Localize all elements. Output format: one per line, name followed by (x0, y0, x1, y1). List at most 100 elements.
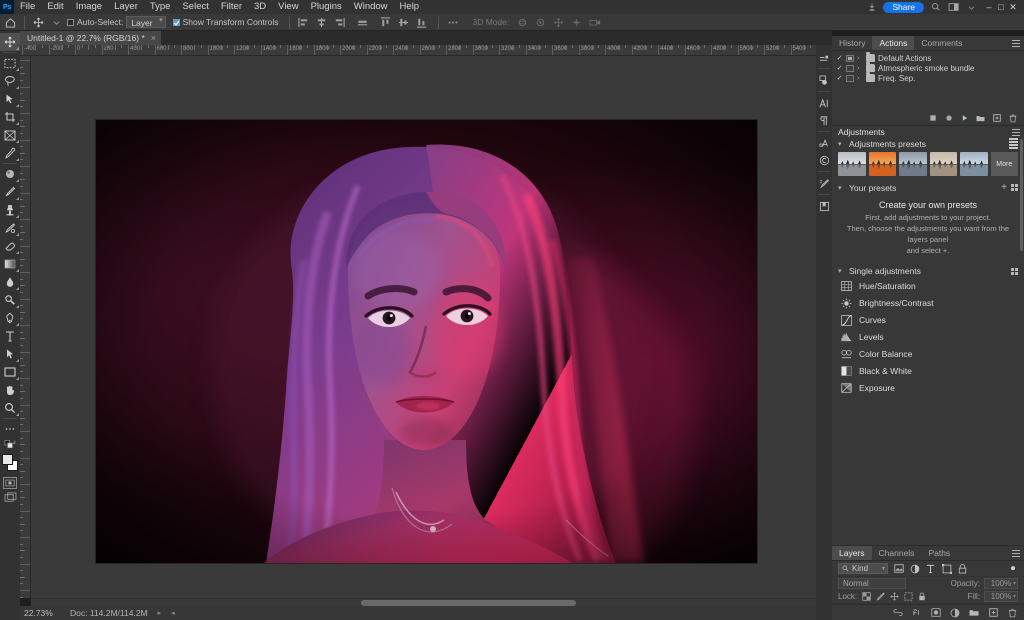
edit-toolbar-icon[interactable] (0, 420, 20, 438)
panel-menu-icon[interactable] (1012, 129, 1020, 136)
auto-select-checkbox-group[interactable]: Auto-Select: (67, 17, 123, 27)
scale-3d-icon[interactable] (587, 15, 602, 30)
move-tool[interactable] (0, 33, 20, 51)
opacity-value[interactable]: 100% (984, 578, 1018, 589)
new-action-icon[interactable] (992, 114, 1001, 123)
menu-help[interactable]: Help (394, 0, 426, 14)
document-tab[interactable]: Untitled-1 @ 22.7% (RGB/16) * × (20, 31, 163, 45)
hand-tool[interactable] (0, 381, 20, 399)
lock-image-pixels-icon[interactable] (875, 592, 885, 602)
crop-tool[interactable] (0, 108, 20, 126)
minimize-button[interactable]: – (983, 2, 995, 12)
screen-mode-button[interactable] (3, 491, 17, 503)
home-icon[interactable] (3, 15, 18, 30)
gradient-tool[interactable] (0, 255, 20, 273)
history-brush-tool[interactable] (0, 219, 20, 237)
default-colors-icon[interactable] (0, 438, 20, 450)
your-presets-section-header[interactable]: ▾ Your presets + (832, 181, 1024, 194)
color-panel-icon[interactable] (816, 49, 832, 65)
action-enabled-checkmark[interactable]: ✓ (836, 64, 843, 72)
brush-tool[interactable] (0, 183, 20, 201)
link-layers-icon[interactable] (893, 608, 903, 618)
align-top-edges-icon[interactable] (378, 15, 393, 30)
drag-3d-icon[interactable] (551, 15, 566, 30)
new-group-icon[interactable] (969, 608, 979, 618)
shape-filter-icon[interactable] (941, 563, 952, 574)
menu-view[interactable]: View (272, 0, 304, 14)
preset-thumb-cool[interactable] (899, 152, 927, 176)
chevron-down-icon[interactable] (965, 1, 978, 14)
adjustments-panel-icon[interactable] (816, 72, 832, 88)
record-icon[interactable] (944, 114, 953, 123)
preset-thumb-bw[interactable] (838, 152, 866, 176)
menu-3d[interactable]: 3D (248, 0, 272, 14)
clone-stamp-tool[interactable] (0, 201, 20, 219)
more-options-icon[interactable] (445, 15, 460, 30)
filter-toggle-icon[interactable] (1007, 563, 1018, 574)
new-layer-icon[interactable] (988, 608, 998, 618)
adjustment-item-levels[interactable]: Levels (832, 329, 1024, 346)
more-presets-button[interactable]: More (990, 152, 1018, 176)
workspace-switcher-icon[interactable] (947, 1, 960, 14)
menu-plugins[interactable]: Plugins (305, 0, 348, 14)
slide-3d-icon[interactable] (569, 15, 584, 30)
eraser-tool[interactable] (0, 237, 20, 255)
grid-view-icon[interactable] (1011, 184, 1018, 191)
cloud-documents-icon[interactable] (865, 1, 878, 14)
chevron-right-icon[interactable]: › (857, 75, 863, 82)
canvas-area[interactable] (31, 56, 832, 598)
vertical-ruler[interactable] (20, 56, 31, 598)
adjustment-item-exposure[interactable]: Exposure (832, 380, 1024, 397)
lock-transparent-pixels-icon[interactable] (861, 592, 871, 602)
align-left-edges-icon[interactable] (296, 15, 311, 30)
color-swatches[interactable] (0, 453, 20, 475)
adjustments-scrollbar[interactable] (1020, 139, 1023, 251)
close-document-icon[interactable]: × (151, 33, 156, 43)
search-icon[interactable] (929, 1, 942, 14)
pixel-filter-icon[interactable] (893, 563, 904, 574)
auto-select-checkbox[interactable] (67, 18, 74, 26)
tab-history[interactable]: History (832, 36, 873, 50)
maximize-button[interactable]: □ (995, 2, 1007, 12)
show-transform-controls-group[interactable]: Show Transform Controls (172, 17, 278, 27)
artboard[interactable] (96, 120, 757, 563)
move-tool-icon[interactable] (31, 15, 46, 30)
plus-icon[interactable]: + (1001, 182, 1007, 193)
type-tool[interactable] (0, 327, 20, 345)
layer-mask-icon[interactable] (931, 608, 941, 618)
share-button[interactable]: Share (883, 1, 924, 13)
align-horizontal-centers-icon[interactable] (314, 15, 329, 30)
menu-select[interactable]: Select (176, 0, 214, 14)
adjustment-item-curves[interactable]: Curves (832, 312, 1024, 329)
align-bottom-edges-icon[interactable] (414, 15, 429, 30)
align-vertical-centers-icon[interactable] (396, 15, 411, 30)
tab-comments[interactable]: Comments (914, 36, 970, 50)
tool-preset-chevron-icon[interactable] (49, 15, 64, 30)
horizontal-ruler[interactable]: -400 -200 0 200 400 600 800 1000 1200 1400 1600 180… (20, 45, 832, 56)
preset-thumb-warm-sunset[interactable] (868, 152, 896, 176)
eyedropper-tool[interactable] (0, 144, 20, 162)
auto-select-scope-dropdown[interactable]: Layer (126, 16, 166, 28)
menu-filter[interactable]: Filter (215, 0, 248, 14)
brush-settings-icon[interactable] (816, 175, 832, 191)
new-set-icon[interactable] (976, 114, 985, 123)
filter-kind-dropdown[interactable]: Kind (838, 563, 888, 574)
smart-object-filter-icon[interactable] (957, 563, 968, 574)
rectangle-tool[interactable] (0, 363, 20, 381)
blur-tool[interactable] (0, 273, 20, 291)
menu-type[interactable]: Type (144, 0, 177, 14)
tab-layers[interactable]: Layers (832, 546, 872, 560)
single-adjustments-section-header[interactable]: ▾ Single adjustments (832, 265, 1024, 278)
frame-tool[interactable] (0, 126, 20, 144)
action-dialog-toggle[interactable] (846, 64, 854, 72)
show-transform-checkbox[interactable] (172, 18, 180, 26)
type-filter-icon[interactable] (925, 563, 936, 574)
panel-menu-icon[interactable] (1012, 550, 1020, 557)
menu-layer[interactable]: Layer (108, 0, 144, 14)
action-enabled-checkmark[interactable]: ✓ (836, 54, 843, 62)
adjustment-item-brightness-contrast[interactable]: Brightness/Contrast (832, 295, 1024, 312)
path-selection-tool[interactable] (0, 345, 20, 363)
chevron-right-icon[interactable]: › (857, 65, 863, 72)
tab-actions[interactable]: Actions (872, 36, 915, 50)
quick-mask-mode-button[interactable] (3, 477, 17, 489)
